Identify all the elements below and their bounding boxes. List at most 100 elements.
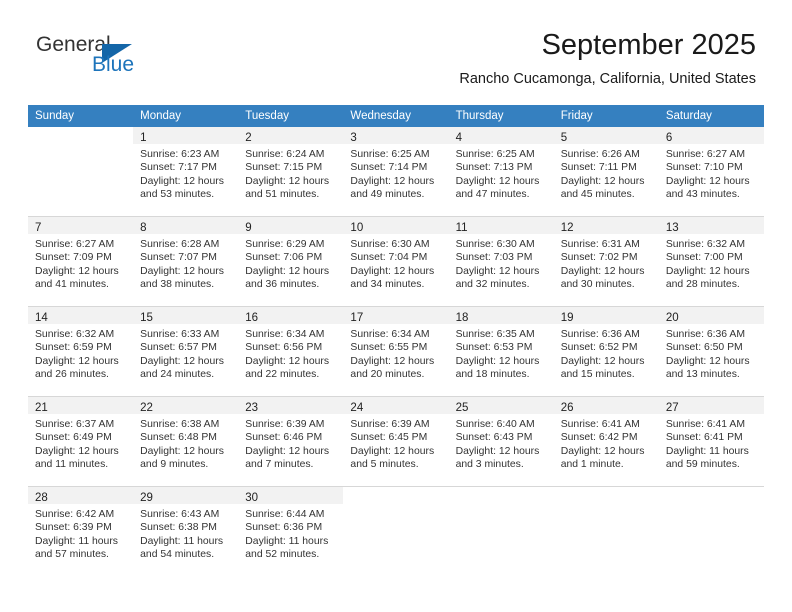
calendar-day-cell[interactable]: 26 Sunrise: 6:41 AM Sunset: 6:42 PM Dayligh… xyxy=(553,396,659,487)
calendar-day-cell[interactable]: 28 Sunrise: 6:42 AM Sunset: 6:39 PM Dayligh… xyxy=(28,486,134,576)
day-details: Sunrise: 6:38 AM Sunset: 6:48 PM Daylight:… xyxy=(133,414,238,472)
daylight-duration-line1: Daylight: 12 hours xyxy=(245,265,330,277)
day-cell-content: 15 Sunrise: 6:33 AM Sunset: 6:57 PM Dayligh… xyxy=(133,307,239,396)
calendar-day-cell[interactable]: 15 Sunrise: 6:33 AM Sunset: 6:57 PM Dayligh… xyxy=(133,306,239,397)
calendar-day-cell[interactable]: 21 Sunrise: 6:37 AM Sunset: 6:49 PM Dayligh… xyxy=(28,396,134,487)
day-cell-content: 11 Sunrise: 6:30 AM Sunset: 7:03 PM Dayligh… xyxy=(448,217,554,306)
calendar-day-cell[interactable]: 5 Sunrise: 6:26 AM Sunset: 7:11 PM Daylight… xyxy=(553,127,659,217)
day-number-band: 15 xyxy=(133,307,239,324)
day-number: 7 xyxy=(35,222,42,234)
day-number: 18 xyxy=(455,312,469,324)
day-number-band: 19 xyxy=(553,307,659,324)
calendar-day-cell[interactable]: 19 Sunrise: 6:36 AM Sunset: 6:52 PM Dayligh… xyxy=(553,306,659,397)
day-details: Sunrise: 6:25 AM Sunset: 7:13 PM Daylight:… xyxy=(449,144,554,202)
calendar-day-cell[interactable]: 18 Sunrise: 6:35 AM Sunset: 6:53 PM Dayligh… xyxy=(448,306,554,397)
day-number: 4 xyxy=(455,132,462,144)
day-number: 13 xyxy=(665,222,679,234)
day-details: Sunrise: 6:29 AM Sunset: 7:06 PM Daylight:… xyxy=(238,234,343,292)
daylight-duration-line2: and 59 minutes. xyxy=(665,459,740,471)
general-blue-logo[interactable]: General Blue xyxy=(36,34,216,88)
day-number-band: 14 xyxy=(28,307,134,324)
calendar-day-cell[interactable]: 17 Sunrise: 6:34 AM Sunset: 6:55 PM Dayligh… xyxy=(343,306,449,397)
sunrise-time: Sunrise: 6:33 AM xyxy=(140,329,220,340)
sunset-time: Sunset: 6:57 PM xyxy=(140,342,217,354)
day-number-band: 24 xyxy=(343,397,449,414)
daylight-duration-line2: and 5 minutes. xyxy=(350,459,419,471)
day-number: 12 xyxy=(560,222,574,234)
daylight-duration-line2: and 3 minutes. xyxy=(455,459,524,471)
calendar-day-cell[interactable]: 8 Sunrise: 6:28 AM Sunset: 7:07 PM Daylight… xyxy=(133,216,239,307)
day-number-band: 5 xyxy=(553,127,659,144)
day-details: Sunrise: 6:34 AM Sunset: 6:56 PM Daylight:… xyxy=(238,324,343,382)
calendar-day-cell xyxy=(553,486,659,576)
day-cell-content: 27 Sunrise: 6:41 AM Sunset: 6:41 PM Dayligh… xyxy=(658,397,764,486)
calendar-header-row: Sunday Monday Tuesday Wednesday Thursday… xyxy=(28,105,764,127)
calendar-day-cell[interactable]: 14 Sunrise: 6:32 AM Sunset: 6:59 PM Dayligh… xyxy=(28,306,134,397)
daylight-duration-line1: Daylight: 11 hours xyxy=(35,535,118,547)
sunset-time: Sunset: 7:11 PM xyxy=(560,162,637,174)
day-cell-content: 9 Sunrise: 6:29 AM Sunset: 7:06 PM Daylight… xyxy=(238,217,344,306)
day-number-band xyxy=(28,127,133,144)
daylight-duration-line2: and 34 minutes. xyxy=(350,279,425,291)
sunrise-time: Sunrise: 6:34 AM xyxy=(350,329,430,340)
calendar-day-cell[interactable]: 7 Sunrise: 6:27 AM Sunset: 7:09 PM Daylight… xyxy=(28,216,134,307)
calendar-day-cell[interactable]: 6 Sunrise: 6:27 AM Sunset: 7:10 PM Daylight… xyxy=(658,127,764,217)
calendar-day-cell[interactable]: 13 Sunrise: 6:32 AM Sunset: 7:00 PM Dayligh… xyxy=(658,216,764,307)
daylight-duration-line2: and 32 minutes. xyxy=(455,279,530,291)
calendar-day-cell[interactable]: 22 Sunrise: 6:38 AM Sunset: 6:48 PM Dayligh… xyxy=(133,396,239,487)
day-number: 30 xyxy=(245,492,259,504)
daylight-duration-line2: and 28 minutes. xyxy=(665,279,740,291)
sunset-time: Sunset: 6:49 PM xyxy=(35,432,112,444)
daylight-duration-line2: and 26 minutes. xyxy=(35,369,109,381)
day-number-band: 13 xyxy=(658,217,764,234)
sunrise-time: Sunrise: 6:35 AM xyxy=(455,329,535,340)
day-number: 19 xyxy=(560,312,574,324)
weekday-header-monday: Monday xyxy=(133,105,239,127)
day-details: Sunrise: 6:31 AM Sunset: 7:02 PM Daylight:… xyxy=(554,234,659,292)
calendar-day-cell[interactable]: 27 Sunrise: 6:41 AM Sunset: 6:41 PM Dayligh… xyxy=(658,396,764,487)
calendar-day-cell[interactable]: 25 Sunrise: 6:40 AM Sunset: 6:43 PM Dayligh… xyxy=(448,396,554,487)
calendar-week-row: 28 Sunrise: 6:42 AM Sunset: 6:39 PM Dayligh… xyxy=(28,486,764,576)
calendar-day-cell[interactable]: 24 Sunrise: 6:39 AM Sunset: 6:45 PM Dayligh… xyxy=(343,396,449,487)
day-number-band: 3 xyxy=(343,127,449,144)
calendar-day-cell[interactable]: 11 Sunrise: 6:30 AM Sunset: 7:03 PM Dayligh… xyxy=(448,216,554,307)
calendar-day-cell xyxy=(343,486,449,576)
calendar-day-cell[interactable]: 1 Sunrise: 6:23 AM Sunset: 7:17 PM Daylight… xyxy=(133,127,239,217)
daylight-duration-line2: and 52 minutes. xyxy=(245,549,320,561)
sunrise-time: Sunrise: 6:38 AM xyxy=(140,419,220,430)
calendar-day-cell[interactable]: 4 Sunrise: 6:25 AM Sunset: 7:13 PM Daylight… xyxy=(448,127,554,217)
calendar-day-cell[interactable]: 12 Sunrise: 6:31 AM Sunset: 7:02 PM Dayligh… xyxy=(553,216,659,307)
day-number-band: 20 xyxy=(658,307,764,324)
day-cell-content: 19 Sunrise: 6:36 AM Sunset: 6:52 PM Dayligh… xyxy=(553,307,659,396)
day-details: Sunrise: 6:30 AM Sunset: 7:04 PM Daylight:… xyxy=(343,234,448,292)
calendar-day-cell[interactable]: 30 Sunrise: 6:44 AM Sunset: 6:36 PM Dayligh… xyxy=(238,486,344,576)
sunrise-time: Sunrise: 6:29 AM xyxy=(245,239,325,250)
calendar-day-cell[interactable]: 2 Sunrise: 6:24 AM Sunset: 7:15 PM Daylight… xyxy=(238,127,344,217)
day-number: 3 xyxy=(350,132,357,144)
calendar-day-cell[interactable]: 20 Sunrise: 6:36 AM Sunset: 6:50 PM Dayligh… xyxy=(658,306,764,397)
sunrise-time: Sunrise: 6:30 AM xyxy=(350,239,430,250)
sunrise-time: Sunrise: 6:44 AM xyxy=(245,509,325,520)
sunset-time: Sunset: 7:17 PM xyxy=(140,162,217,174)
calendar-day-cell[interactable]: 16 Sunrise: 6:34 AM Sunset: 6:56 PM Dayligh… xyxy=(238,306,344,397)
calendar-day-cell[interactable]: 10 Sunrise: 6:30 AM Sunset: 7:04 PM Dayligh… xyxy=(343,216,449,307)
day-details: Sunrise: 6:43 AM Sunset: 6:38 PM Daylight:… xyxy=(133,504,238,562)
calendar-day-cell[interactable]: 9 Sunrise: 6:29 AM Sunset: 7:06 PM Daylight… xyxy=(238,216,344,307)
sunset-time: Sunset: 7:00 PM xyxy=(665,252,743,264)
day-number-band: 25 xyxy=(448,397,554,414)
calendar-day-cell[interactable]: 23 Sunrise: 6:39 AM Sunset: 6:46 PM Dayligh… xyxy=(238,396,344,487)
day-number-band: 26 xyxy=(553,397,659,414)
calendar-day-cell[interactable]: 29 Sunrise: 6:43 AM Sunset: 6:38 PM Dayligh… xyxy=(133,486,239,576)
day-number-band: 7 xyxy=(28,217,134,234)
day-number-band: 21 xyxy=(28,397,134,414)
daylight-duration-line2: and 51 minutes. xyxy=(245,189,320,201)
day-details: Sunrise: 6:25 AM Sunset: 7:14 PM Daylight:… xyxy=(343,144,448,202)
daylight-duration-line1: Daylight: 12 hours xyxy=(350,355,435,367)
sunset-time: Sunset: 6:59 PM xyxy=(35,342,112,354)
daylight-duration-line2: and 45 minutes. xyxy=(560,189,635,201)
daylight-duration-line1: Daylight: 12 hours xyxy=(140,265,224,277)
sunrise-time: Sunrise: 6:23 AM xyxy=(140,149,220,160)
day-details: Sunrise: 6:26 AM Sunset: 7:11 PM Daylight:… xyxy=(554,144,659,202)
daylight-duration-line2: and 1 minute. xyxy=(560,459,624,471)
calendar-day-cell[interactable]: 3 Sunrise: 6:25 AM Sunset: 7:14 PM Daylight… xyxy=(343,127,449,217)
